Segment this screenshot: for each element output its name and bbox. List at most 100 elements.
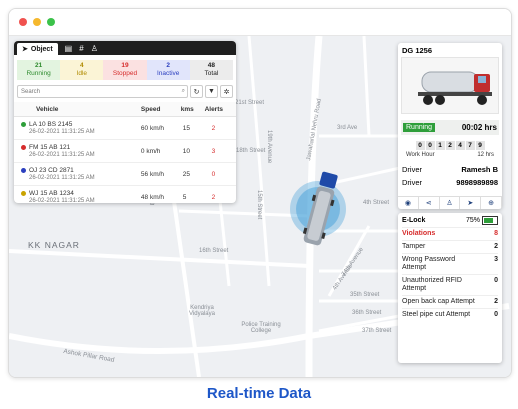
vehicle-speed: 60 km/h <box>139 116 180 140</box>
truck-image <box>401 57 499 114</box>
navigate-icon[interactable]: ➤ <box>460 197 482 209</box>
elock-row-label: Violations <box>402 230 436 237</box>
map-label-4th-street: 4th Street <box>363 200 390 206</box>
status-summary: 21 Running 4 Idle 19 Stopped 2 Inactive 48 Total <box>17 60 234 80</box>
map-label-37th-street: 37th Street <box>362 328 392 334</box>
search-input[interactable]: Search ⌕ <box>17 85 188 98</box>
vehicle-speed: 0 km/h <box>139 139 180 163</box>
elock-row-label: Open back cap Attempt <box>402 298 475 305</box>
vehicle-date: 26-02-2021 11:31:25 AM <box>29 151 95 158</box>
vehicle-alerts: 2 <box>203 185 236 203</box>
map-label-16th-street: 16th Street <box>199 248 229 254</box>
stat-count: 4 <box>79 62 84 69</box>
vehicle-title: DG 1256 <box>402 45 433 55</box>
elock-row: Unauthorized RFID Attempt 0 <box>402 274 498 295</box>
status-dot <box>21 191 26 197</box>
navigation-arrow-icon: ➤ <box>22 46 28 53</box>
table-row[interactable]: WJ 15 AB 1234 26-02-2021 11:31:25 AM 48 km… <box>14 185 236 203</box>
elock-row-value: 2 <box>494 298 498 305</box>
elock-row-label: Steel pipe cut Attempt <box>402 311 471 318</box>
vehicle-speed: 48 km/h <box>139 185 180 203</box>
eye-icon[interactable]: ◉ <box>398 197 419 209</box>
vehicle-kms: 25 <box>179 162 204 186</box>
running-badge: Running <box>403 123 436 132</box>
driver-icon[interactable]: ♙ <box>440 197 461 209</box>
stat-4[interactable]: 48 Total <box>189 60 234 80</box>
stat-0[interactable]: 21 Running <box>17 60 61 80</box>
elock-row-value: 2 <box>494 243 498 250</box>
elock-row-label: Wrong Password Attempt <box>402 256 456 271</box>
search-bar: Search ⌕ ↻ ▼ ✲ <box>17 85 233 98</box>
driver-row: Driver Ramesh B <box>402 163 498 176</box>
title-bar <box>9 9 511 36</box>
vehicle-date: 26-02-2021 11:31:25 AM <box>29 128 95 135</box>
odometer: 0012479 <box>398 141 502 150</box>
stat-count: 2 <box>166 62 171 69</box>
vehicle-date: 26-02-2021 11:31:25 AM <box>29 197 95 203</box>
map-label-police-college: Police Training College <box>241 322 281 334</box>
vehicle-name: LA 10 BS 2145 <box>29 121 73 129</box>
work-hour-value: 12 hrs <box>477 152 494 158</box>
driver-name: Ramesh B <box>461 165 498 174</box>
stat-count: 21 <box>34 62 43 69</box>
tanker-truck-icon <box>418 71 492 105</box>
map-label-kk-nagar: KK NAGAR <box>28 240 80 250</box>
stat-1[interactable]: 4 Idle <box>60 60 104 80</box>
col-kms[interactable]: kms <box>179 102 204 117</box>
elock-row-value: 3 <box>494 256 498 263</box>
caption: Real-time Data <box>206 385 312 402</box>
stat-label: Running <box>26 70 51 77</box>
odometer-digit: 4 <box>455 141 465 150</box>
elock-header: E-Lock 75% <box>398 213 502 227</box>
settings-icon[interactable]: ✲ <box>220 85 233 98</box>
elock-row: Wrong Password Attempt 3 <box>402 253 498 274</box>
odometer-digit: 2 <box>445 141 455 150</box>
work-hour-label: Work Hour <box>406 152 435 158</box>
search-icon[interactable]: ⌕ <box>182 88 185 95</box>
col-speed[interactable]: Speed <box>139 102 180 117</box>
refresh-icon[interactable]: ↻ <box>190 85 203 98</box>
minimize-dot[interactable] <box>33 18 41 26</box>
map-label-36th-street: 36th Street <box>352 310 382 316</box>
map-label-35th-street: 35th Street <box>350 292 380 298</box>
truck-marker[interactable] <box>285 167 355 257</box>
vehicle-detail-panel: DG 1256 Running 00:02 hrs 0012479 Work H… <box>398 43 502 209</box>
elock-panel: E-Lock 75% Violations 8 Tamper 2 Wrong Passw… <box>398 213 502 363</box>
document-icon[interactable]: ▤ <box>65 44 73 53</box>
stat-label: Stopped <box>112 70 138 77</box>
driver-phone-row: Driver 9898989898 <box>402 176 498 189</box>
col-alerts[interactable]: Alerts <box>203 102 236 117</box>
driver-label: Driver <box>402 165 422 174</box>
map-label-15th-street: 15th Street <box>256 190 262 220</box>
stat-3[interactable]: 2 Inactive <box>146 60 190 80</box>
maximize-dot[interactable] <box>47 18 55 26</box>
elock-row: Tamper 2 <box>402 240 498 253</box>
status-dot <box>21 122 26 128</box>
table-row[interactable]: FM 15 AB 121 26-02-2021 11:31:25 AM 0 km/h… <box>14 139 236 163</box>
col-vehicle[interactable]: Vehicle <box>20 102 140 117</box>
elock-row: Violations 8 <box>402 227 498 240</box>
vehicle-date: 26-02-2021 11:31:25 AM <box>29 174 95 181</box>
table-row[interactable]: LA 10 BS 2145 26-02-2021 11:31:25 AM 60 km… <box>14 116 236 140</box>
table-row[interactable]: OJ 23 CD 2871 26-02-2021 11:31:25 AM 56 km… <box>14 162 236 186</box>
elock-row-label: Tamper <box>402 243 426 250</box>
odometer-digit: 0 <box>425 141 435 150</box>
map-label-kendriya: Kendriya Vidyalaya <box>189 305 215 317</box>
share-icon[interactable]: ⋖ <box>419 197 440 209</box>
vehicle-name: FM 15 AB 121 <box>29 144 71 152</box>
vehicle-kms: 15 <box>179 116 204 140</box>
vehicle-kms: 5 <box>179 185 204 203</box>
user-icon[interactable]: ♙ <box>91 44 98 53</box>
map-label-18th-street: 18th Street <box>236 148 266 154</box>
battery-icon <box>482 215 498 225</box>
zoom-icon[interactable]: ⊕ <box>481 197 502 209</box>
vehicle-speed: 56 km/h <box>139 162 180 186</box>
vehicle-alerts: 2 <box>203 116 236 140</box>
grid-icon[interactable]: # <box>79 44 83 53</box>
filter-icon[interactable]: ▼ <box>205 85 218 98</box>
stat-2[interactable]: 19 Stopped <box>103 60 147 80</box>
close-dot[interactable] <box>19 18 27 26</box>
tab-object[interactable]: ➤ Object <box>17 43 58 55</box>
elock-row-value: 8 <box>494 230 498 237</box>
elock-row-value: 0 <box>494 311 498 318</box>
